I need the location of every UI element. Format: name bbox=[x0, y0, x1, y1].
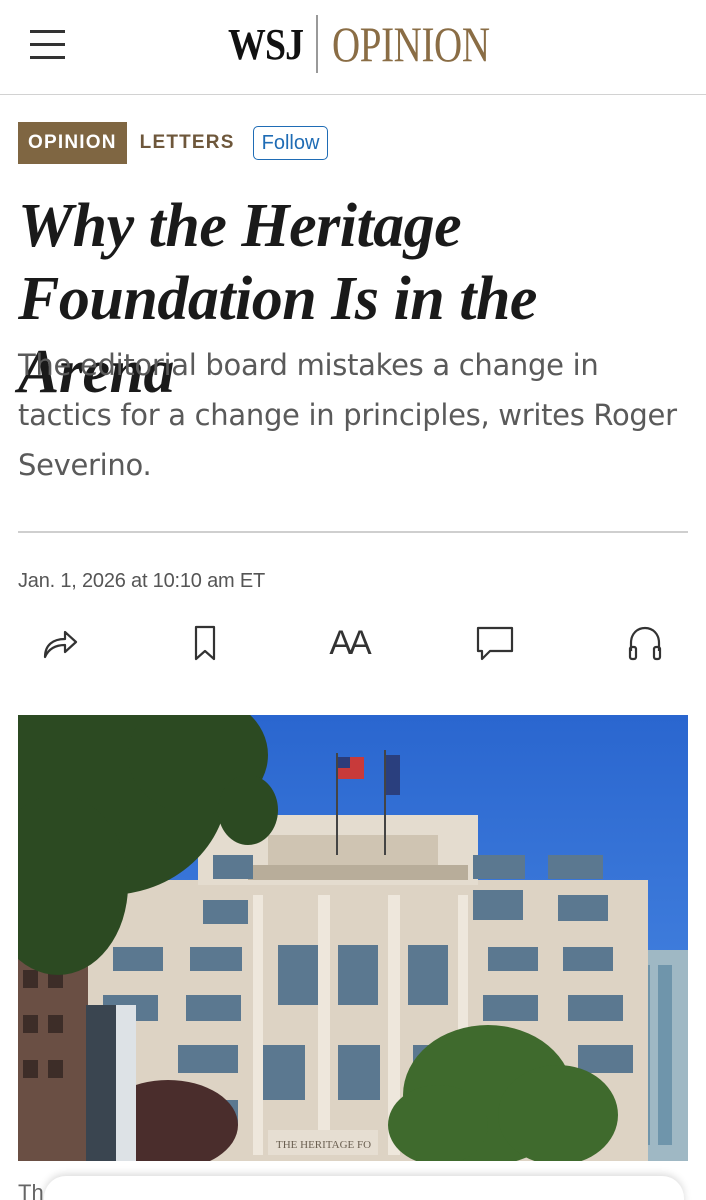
logo-divider bbox=[316, 15, 318, 73]
section-tags: OPINION LETTERS Follow bbox=[18, 121, 329, 165]
divider bbox=[18, 531, 688, 533]
share-button[interactable] bbox=[34, 618, 84, 668]
comments-button[interactable] bbox=[470, 618, 520, 668]
top-bar: WSJ OPINION bbox=[0, 0, 706, 95]
article-toolbar: AA bbox=[0, 618, 706, 668]
comment-icon bbox=[476, 626, 514, 661]
building-sign: THE HERITAGE FO bbox=[276, 1139, 371, 1151]
share-icon bbox=[43, 630, 78, 659]
article-dateline: Jan. 1, 2026 at 10:10 am ET bbox=[18, 570, 265, 592]
bookmark-button[interactable] bbox=[180, 618, 230, 668]
headphones-icon bbox=[628, 626, 662, 661]
article-dek: The editorial board mistakes a change in… bbox=[18, 348, 677, 482]
wsj-opinion-logo[interactable]: WSJ OPINION bbox=[228, 14, 534, 74]
article-body-start: Th bbox=[18, 1180, 44, 1200]
listen-button[interactable] bbox=[620, 618, 670, 668]
heritage-building-image: THE HERITAGE FO bbox=[18, 715, 688, 1161]
logo-wsj: WSJ bbox=[228, 19, 304, 69]
text-size-label: AA bbox=[329, 623, 371, 662]
article-photo[interactable]: THE HERITAGE FO bbox=[18, 715, 688, 1161]
bookmark-icon bbox=[194, 625, 216, 661]
hamburger-menu-icon[interactable] bbox=[30, 28, 66, 60]
section-tag-opinion[interactable]: OPINION bbox=[18, 122, 127, 164]
logo-opinion: OPINION bbox=[331, 16, 490, 72]
text-size-button[interactable]: AA bbox=[324, 618, 374, 668]
follow-button[interactable]: Follow bbox=[252, 126, 329, 160]
bottom-sheet[interactable] bbox=[44, 1176, 684, 1200]
subsection-link-letters[interactable]: LETTERS bbox=[140, 132, 235, 154]
